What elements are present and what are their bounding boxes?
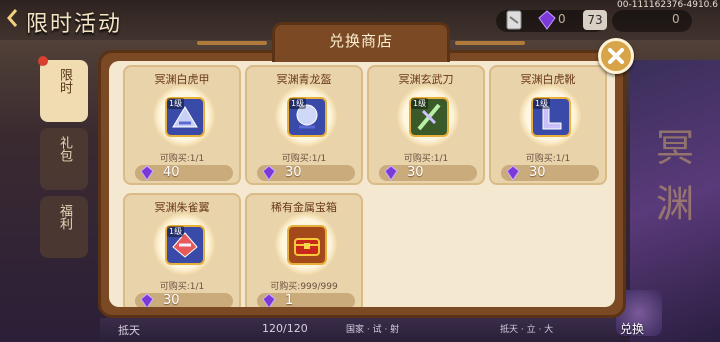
purple-gem-icon	[384, 165, 398, 181]
item-price: 30	[163, 293, 180, 307]
tab-welfare[interactable]: 福利	[40, 196, 88, 258]
modal-title: 兑换商店	[328, 32, 393, 50]
resource-value-left: 0	[558, 12, 566, 26]
item-level: 1级	[167, 98, 185, 109]
shop-item-card[interactable]: 冥渊朱雀翼 1级 可购买:1/1 30	[123, 193, 241, 307]
item-price: 40	[163, 165, 180, 180]
shop-item-card[interactable]: 冥渊青龙盔 1级 可购买:1/1 30	[245, 65, 363, 185]
buy-limit: 可购买:999/999	[270, 282, 338, 292]
item-level: 1级	[167, 226, 185, 237]
purple-gem-icon	[262, 165, 276, 181]
shop-item-card[interactable]: 冥渊白虎靴 1级 可购买:1/1 30	[489, 65, 607, 185]
tab-label: 福利	[57, 204, 72, 230]
item-price: 30	[529, 165, 546, 180]
purple-gem-icon	[262, 293, 276, 307]
item-price: 30	[285, 165, 302, 180]
item-level: 1级	[411, 98, 429, 109]
treasure-chest-icon	[287, 225, 327, 265]
item-level: 1级	[289, 98, 307, 109]
item-price: 1	[285, 293, 294, 307]
page-title: 限时活动	[26, 12, 123, 37]
back-arrow-icon[interactable]	[6, 8, 18, 28]
banner-deco-text: 冥渊	[655, 126, 694, 226]
notification-dot	[38, 56, 48, 66]
bottom-text-2: 120/120	[262, 322, 308, 335]
purple-gem-icon	[140, 165, 154, 181]
shop-item-card[interactable]: 冥渊白虎甲 1级 可购买:1/1 40	[123, 65, 241, 185]
purple-gem-icon	[140, 293, 154, 307]
side-tabs: 限时 礼包 福利	[38, 56, 92, 290]
tab-label: 限时	[57, 68, 72, 94]
bottom-text-4: 抵天 · 立 · 大	[500, 325, 554, 335]
exchange-label: 兑换	[620, 322, 645, 336]
buy-limit: 可购买:1/1	[159, 154, 205, 164]
resource-bar-secondary	[612, 10, 692, 32]
user-id: 00-111162376-4910.6	[617, 0, 718, 10]
item-level: 1级	[533, 98, 551, 109]
exchange-shop-modal: 冥渊白虎甲 1级 可购买:1/1 40 冥渊青龙盔 1级 可购买:1/1 30 …	[98, 50, 626, 318]
item-price: 30	[407, 165, 424, 180]
buy-limit: 可购买:1/1	[403, 154, 449, 164]
tab-label: 礼包	[57, 136, 72, 162]
buy-limit: 可购买:1/1	[281, 154, 327, 164]
modal-content: 冥渊白虎甲 1级 可购买:1/1 40 冥渊青龙盔 1级 可购买:1/1 30 …	[109, 61, 615, 307]
resource-value-right: 0	[672, 12, 680, 26]
tab-limited[interactable]: 限时	[38, 56, 88, 122]
buy-limit: 可购买:1/1	[159, 282, 205, 292]
shop-item-card[interactable]: 稀有金属宝箱 可购买:999/999 1	[245, 193, 363, 307]
buy-limit: 可购买:1/1	[525, 154, 571, 164]
resource-value-gems: 73	[583, 10, 607, 30]
tab-gift[interactable]: 礼包	[40, 128, 88, 190]
bottom-text-1: 抵天	[118, 324, 140, 337]
purple-gem-icon	[506, 165, 520, 181]
bottom-text-3: 国家 · 试 · 射	[346, 325, 400, 335]
purple-gem-icon	[538, 10, 556, 30]
card-icon	[506, 10, 522, 30]
close-icon	[608, 48, 624, 64]
close-button[interactable]	[598, 38, 634, 74]
shop-item-card[interactable]: 冥渊玄武刀 1级 可购买:1/1 30	[367, 65, 485, 185]
